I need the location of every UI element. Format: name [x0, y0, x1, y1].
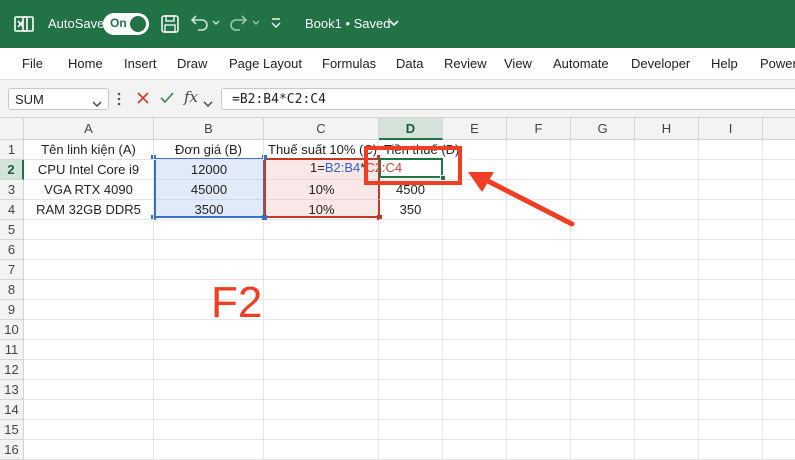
gridline-horizontal	[24, 439, 795, 440]
name-box-dropdown-icon[interactable]	[92, 95, 102, 107]
tab-help[interactable]: Help	[711, 56, 738, 71]
worksheet-grid[interactable]: A B C D E F G H I 1 2 3 4 5 6 7 8 9 10 1…	[0, 118, 795, 460]
chevron-down-icon[interactable]	[388, 18, 400, 28]
tab-data[interactable]: Data	[396, 56, 423, 71]
gridline-horizontal	[24, 259, 795, 260]
cell-b2[interactable]: 12000	[154, 160, 264, 180]
formula-input[interactable]: =B2:B4*C2:C4	[221, 88, 795, 110]
gridline-vertical	[698, 140, 699, 460]
tab-draw[interactable]: Draw	[177, 56, 207, 71]
redo-dropdown-icon[interactable]	[251, 18, 261, 28]
column-header-d[interactable]: D	[379, 118, 443, 140]
cell-b1[interactable]: Đơn giá (B)	[154, 140, 264, 160]
title-bar: AutoSave On Book1 • Saved	[0, 0, 795, 48]
tab-review[interactable]: Review	[444, 56, 487, 71]
row-header-9[interactable]: 9	[0, 300, 24, 320]
annotation-arrow-icon	[460, 166, 585, 236]
column-header-i[interactable]: I	[699, 118, 763, 140]
cell-c4[interactable]: 10%	[264, 200, 379, 220]
gridline-horizontal	[24, 279, 795, 280]
row-header-10[interactable]: 10	[0, 320, 24, 340]
row-header-5[interactable]: 5	[0, 220, 24, 240]
formula-bar: SUM fx =B2:B4*C2:C4	[0, 80, 795, 118]
customize-toolbar-icon[interactable]	[270, 16, 282, 30]
row-header-11[interactable]: 11	[0, 340, 24, 360]
row-header-13[interactable]: 13	[0, 380, 24, 400]
autosave-label: AutoSave	[48, 16, 105, 31]
tab-automate[interactable]: Automate	[553, 56, 609, 71]
row-header-15[interactable]: 15	[0, 420, 24, 440]
cell-d4[interactable]: 350	[379, 200, 443, 220]
tab-view[interactable]: View	[504, 56, 532, 71]
autosave-state: On	[110, 16, 127, 30]
column-header-h[interactable]: H	[635, 118, 699, 140]
row-header-3[interactable]: 3	[0, 180, 24, 200]
row-header-1[interactable]: 1	[0, 140, 24, 160]
row-header-6[interactable]: 6	[0, 240, 24, 260]
insert-function-icon[interactable]: fx	[184, 88, 198, 106]
tab-formulas[interactable]: Formulas	[322, 56, 376, 71]
enter-check-icon[interactable]	[159, 91, 175, 105]
cancel-icon[interactable]	[136, 91, 150, 105]
formula-ref-b: B2:B4	[324, 160, 361, 175]
formula-equals: =	[317, 160, 325, 175]
tab-developer[interactable]: Developer	[631, 56, 690, 71]
cell-a1[interactable]: Tên linh kiện (A)	[24, 140, 154, 160]
row-header-8[interactable]: 8	[0, 280, 24, 300]
row-header-12[interactable]: 12	[0, 360, 24, 380]
annotation-key-label: F2	[211, 278, 263, 327]
row-header-2[interactable]: 2	[0, 160, 24, 180]
gridline-vertical	[762, 140, 763, 460]
column-header-overflow[interactable]	[763, 118, 795, 140]
gridline-horizontal	[24, 239, 795, 240]
column-header-a[interactable]: A	[24, 118, 154, 140]
tab-home[interactable]: Home	[68, 56, 103, 71]
undo-dropdown-icon[interactable]	[211, 18, 221, 28]
excel-logo-icon	[14, 14, 34, 34]
ribbon-tabs: File Home Insert Draw Page Layout Formul…	[0, 48, 795, 80]
gridline-horizontal	[24, 359, 795, 360]
annotation-highlight-box	[364, 146, 462, 185]
more-options-icon[interactable]	[117, 91, 121, 107]
tab-page-layout[interactable]: Page Layout	[229, 56, 302, 71]
row-header-14[interactable]: 14	[0, 400, 24, 420]
cell-c3[interactable]: 10%	[264, 180, 379, 200]
select-all-corner[interactable]	[0, 118, 24, 140]
gridline-horizontal	[24, 399, 795, 400]
cell-c1[interactable]: Thuế suất 10% (C)	[268, 140, 379, 160]
autosave-toggle[interactable]: On	[103, 13, 149, 35]
document-title[interactable]: Book1 • Saved	[305, 16, 391, 31]
column-header-f[interactable]: F	[507, 118, 571, 140]
cell-a3[interactable]: VGA RTX 4090	[24, 180, 154, 200]
gridline-horizontal	[24, 419, 795, 420]
column-header-e[interactable]: E	[443, 118, 507, 140]
row-header-7[interactable]: 7	[0, 260, 24, 280]
gridline-horizontal	[24, 379, 795, 380]
gridline-horizontal	[24, 339, 795, 340]
cell-a4[interactable]: RAM 32GB DDR5	[24, 200, 154, 220]
tab-file[interactable]: File	[22, 56, 43, 71]
function-dropdown-icon[interactable]	[203, 95, 213, 107]
row-header-4[interactable]: 4	[0, 200, 24, 220]
column-header-c[interactable]: C	[264, 118, 379, 140]
save-icon[interactable]	[160, 14, 180, 34]
undo-icon[interactable]	[188, 12, 210, 34]
redo-icon[interactable]	[228, 12, 250, 34]
cell-b3[interactable]: 45000	[154, 180, 264, 200]
tab-insert[interactable]: Insert	[124, 56, 157, 71]
row-header-16[interactable]: 16	[0, 440, 24, 460]
cell-a2[interactable]: CPU Intel Core i9	[24, 160, 154, 180]
column-header-g[interactable]: G	[571, 118, 635, 140]
tab-power[interactable]: Power	[760, 56, 795, 71]
toggle-knob	[130, 16, 146, 32]
gridline-vertical	[634, 140, 635, 460]
gridline-horizontal	[24, 319, 795, 320]
column-header-b[interactable]: B	[154, 118, 264, 140]
cell-b4[interactable]: 3500	[154, 200, 264, 220]
gridline-horizontal	[24, 299, 795, 300]
